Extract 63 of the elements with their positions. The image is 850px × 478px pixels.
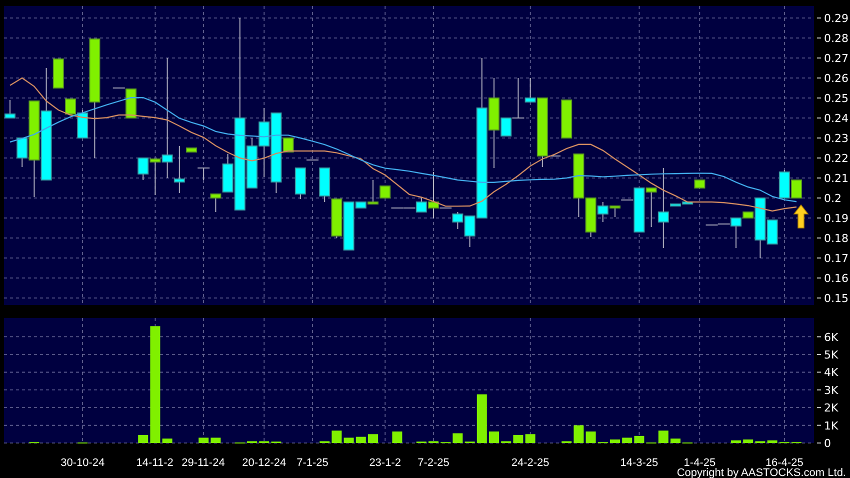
axis-label: 0.26: [824, 72, 848, 85]
volume-bar: [610, 439, 620, 443]
volume-bar: [658, 430, 668, 443]
candlestick: [294, 168, 306, 200]
volume-bar: [670, 438, 680, 443]
date-label: 23-1-2: [369, 457, 401, 469]
candlestick: [4, 100, 16, 118]
volume-bar: [162, 438, 172, 443]
volume-bar: [574, 425, 584, 443]
volume-bar: [743, 439, 754, 443]
volume-bar: [452, 433, 463, 443]
axis-label: 0.25: [824, 92, 848, 105]
axis-label: 0: [824, 437, 831, 450]
date-label: 1-4-25: [684, 457, 716, 469]
date-label: 29-11-24: [182, 457, 225, 469]
volume-bar: [525, 434, 536, 443]
axis-label: 0.21: [824, 172, 848, 185]
axis-label: 0.15: [824, 292, 848, 305]
volume-bar: [731, 440, 741, 443]
volume-bar: [622, 438, 632, 443]
volume-bar: [138, 435, 148, 443]
axis-label: 4K: [824, 366, 838, 380]
date-label: 24-2-25: [511, 457, 550, 469]
copyright-text: Copyright by AASTOCKS.com Ltd.: [676, 467, 846, 478]
axis-label: 5K: [824, 348, 838, 362]
candlestick: [561, 100, 572, 138]
axis-label: 0.27: [824, 52, 848, 65]
volume-bar: [210, 438, 221, 443]
volume-bar: [513, 435, 524, 443]
axis-label: 1K: [824, 419, 838, 432]
date-label: 30-10-24: [60, 457, 105, 469]
candlestick: [331, 198, 342, 238]
volume-bar: [344, 438, 354, 443]
date-label: 7-2-25: [418, 457, 450, 469]
volume-bar: [767, 440, 778, 443]
axis-label: 3K: [824, 384, 838, 397]
axis-label: 0.16: [824, 272, 848, 285]
axis-label: 0.2: [824, 192, 842, 205]
date-label: 14-11-2: [136, 457, 174, 469]
axis-label: 0.22: [824, 152, 848, 165]
axis-label: 0.29: [824, 12, 848, 25]
volume-bar: [368, 434, 378, 443]
volume-bar: [392, 432, 402, 443]
axis-label: 0.23: [824, 132, 848, 145]
candlestick: [319, 168, 330, 202]
axis-label: 0.19: [824, 212, 848, 225]
date-label: 14-3-25: [620, 457, 658, 469]
axis-label: 6K: [824, 330, 838, 344]
axis-label: 0.18: [824, 232, 848, 245]
axis-label: 0.24: [824, 112, 848, 125]
volume-bar: [198, 438, 209, 443]
date-label: 20-12-24: [242, 457, 286, 469]
axis-label: 0.28: [824, 32, 848, 45]
date-label: 16-4-25: [765, 457, 804, 469]
date-label: 7-1-25: [296, 457, 328, 469]
candlestick: [197, 168, 210, 180]
arrow-icon: [793, 204, 809, 228]
candlestick: [694, 180, 706, 188]
volume-bar: [489, 432, 499, 443]
axis-label: 2K: [824, 402, 838, 415]
axis-label: 0.17: [824, 252, 848, 265]
candlestick: [258, 108, 270, 178]
volume-bar: [332, 430, 342, 443]
